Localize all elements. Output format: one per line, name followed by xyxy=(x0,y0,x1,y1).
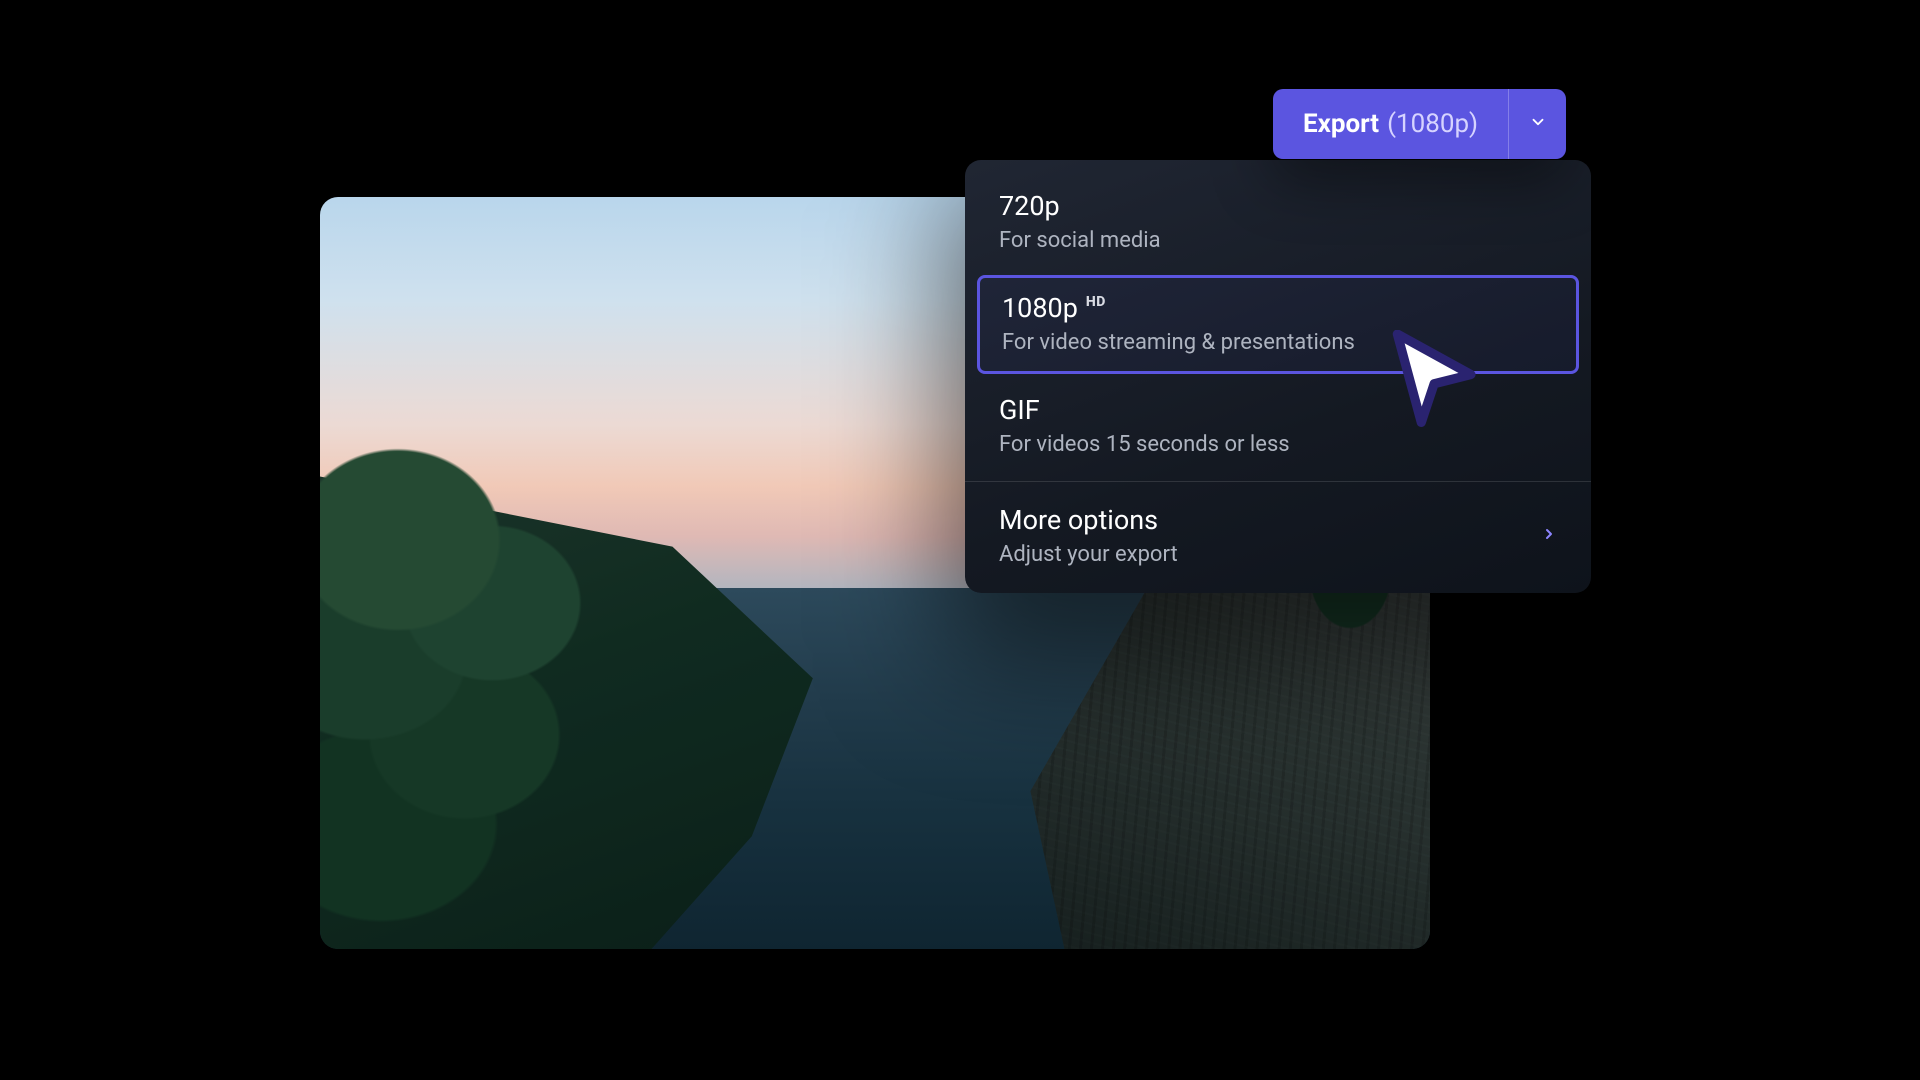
export-resolution: (1080p) xyxy=(1387,109,1478,139)
option-subtitle: For videos 15 seconds or less xyxy=(999,432,1557,457)
chevron-right-icon xyxy=(1541,526,1557,546)
preview-foliage-left xyxy=(320,445,853,949)
resolution-option-1080p[interactable]: 1080p HD For video streaming & presentat… xyxy=(977,275,1579,374)
option-title: 720p xyxy=(999,190,1060,222)
export-resolution-dropdown: 720p For social media 1080p HD For video… xyxy=(965,160,1591,593)
hd-badge: HD xyxy=(1086,294,1106,310)
more-options-title: More options xyxy=(999,504,1178,536)
resolution-option-gif[interactable]: GIF For videos 15 seconds or less xyxy=(965,378,1591,475)
export-split-button: Export (1080p) xyxy=(1273,89,1566,159)
option-subtitle: For video streaming & presentations xyxy=(1002,330,1554,355)
resolution-option-720p[interactable]: 720p For social media xyxy=(965,174,1591,271)
option-title: 1080p xyxy=(1002,292,1078,324)
chevron-down-icon xyxy=(1529,113,1547,135)
more-options-subtitle: Adjust your export xyxy=(999,542,1178,567)
export-dropdown-toggle[interactable] xyxy=(1508,89,1566,159)
dropdown-separator xyxy=(965,481,1591,482)
export-label: Export xyxy=(1303,109,1379,139)
export-button[interactable]: Export (1080p) xyxy=(1273,89,1508,159)
more-options-item[interactable]: More options Adjust your export xyxy=(965,488,1591,587)
option-subtitle: For social media xyxy=(999,228,1557,253)
option-title: GIF xyxy=(999,394,1040,426)
